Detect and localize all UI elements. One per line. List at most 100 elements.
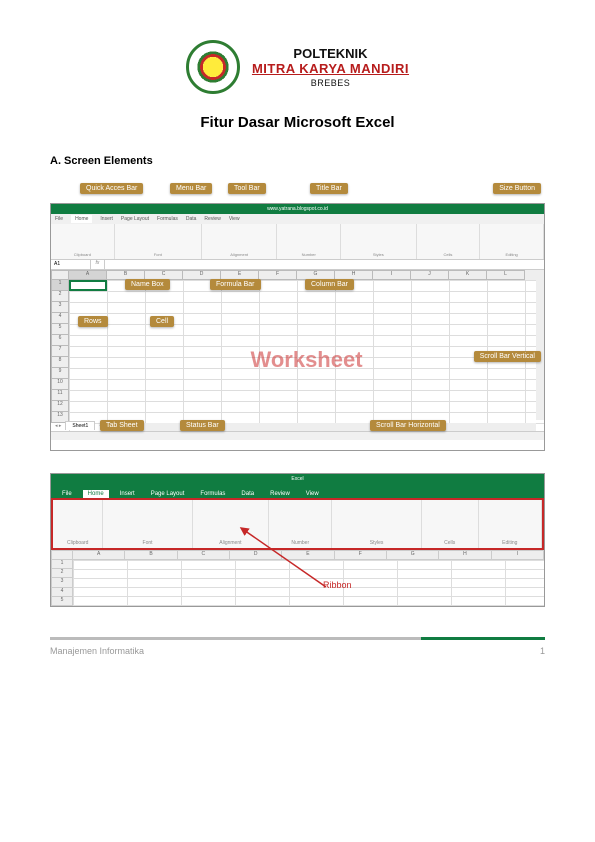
tab-insert[interactable]: Insert — [100, 216, 113, 222]
name-box[interactable]: A1 — [51, 260, 91, 269]
header-line2: MITRA KARYA MANDIRI — [252, 61, 409, 76]
footer-divider — [50, 637, 545, 640]
header-line3: BREBES — [252, 78, 409, 88]
tab2-review[interactable]: Review — [265, 490, 295, 498]
fx-icon[interactable]: fx — [91, 260, 105, 269]
callout-scroll-vertical: Scroll Bar Vertical — [474, 351, 541, 362]
institution-logo — [186, 40, 240, 94]
excel-screenshot-ribbon: Excel File Home Insert Page Layout Formu… — [50, 473, 545, 607]
col-k[interactable]: K — [449, 270, 487, 280]
excel-menu-tabs: File Home Insert Page Layout Formulas Da… — [51, 214, 544, 224]
ribbon-styles: Styles — [343, 252, 413, 257]
row-11[interactable]: 11 — [51, 390, 69, 401]
callout-column-bar: Column Bar — [305, 279, 354, 290]
excel2-title-bar: Excel — [51, 474, 544, 486]
rg2-cells: Cells — [424, 540, 476, 546]
excel-grid: A B C D E F G H I J K L 1 2 — [51, 270, 544, 440]
footer: Manajemen Informatika 1 — [50, 646, 545, 656]
col2-c[interactable]: C — [178, 550, 230, 560]
tab-data[interactable]: Data — [186, 216, 197, 222]
ribbon-clipboard: Clipboard — [53, 252, 112, 257]
row-10[interactable]: 10 — [51, 379, 69, 390]
row-5[interactable]: 5 — [51, 324, 69, 335]
document-title: Fitur Dasar Microsoft Excel — [50, 114, 545, 131]
sheet-tab-1[interactable]: Sheet1 — [65, 421, 95, 430]
excel-window: www.yatrana.blogspot.co.id File Home Ins… — [50, 203, 545, 451]
callout-tool-bar: Tool Bar — [228, 183, 266, 194]
row-9[interactable]: 9 — [51, 368, 69, 379]
callout-tab-sheet: Tab Sheet — [100, 420, 144, 431]
col2-i[interactable]: I — [492, 550, 544, 560]
selected-cell[interactable] — [69, 280, 107, 291]
callout-status-bar: Status Bar — [180, 420, 225, 431]
col2-g[interactable]: G — [387, 550, 439, 560]
row-4[interactable]: 4 — [51, 313, 69, 324]
excel2-app-name: Excel — [291, 476, 303, 482]
excel-formula-row: A1 fx — [51, 260, 544, 270]
col-l[interactable]: L — [487, 270, 525, 280]
rg2-clipboard: Clipboard — [55, 540, 100, 546]
callout-rows: Rows — [78, 316, 108, 327]
ribbon-editing: Editing — [482, 252, 541, 257]
tab2-home[interactable]: Home — [83, 490, 109, 498]
col2-b[interactable]: B — [125, 550, 177, 560]
tab-review[interactable]: Review — [204, 216, 220, 222]
col2-a[interactable]: A — [73, 550, 125, 560]
tab-view[interactable]: View — [229, 216, 240, 222]
callout-cell: Cell — [150, 316, 174, 327]
col-a[interactable]: A — [69, 270, 107, 280]
tab2-view[interactable]: View — [301, 490, 324, 498]
ribbon-alignment: Alignment — [204, 252, 274, 257]
col-f[interactable]: F — [259, 270, 297, 280]
rg2-editing: Editing — [481, 540, 539, 546]
cells-area[interactable]: Worksheet — [69, 280, 544, 440]
document-header: POLTEKNIK MITRA KARYA MANDIRI BREBES — [50, 40, 545, 94]
footer-page-number: 1 — [540, 646, 545, 656]
tab-file[interactable]: File — [55, 216, 63, 222]
tab2-data[interactable]: Data — [236, 490, 259, 498]
status-bar — [51, 431, 544, 440]
excel-ribbon: Clipboard Font Alignment Number Styles C… — [51, 224, 544, 260]
formula-bar-input[interactable] — [105, 260, 544, 269]
row-8[interactable]: 8 — [51, 357, 69, 368]
callout-size-button: Size Button — [493, 183, 541, 194]
row-1[interactable]: 1 — [51, 280, 69, 291]
excel-title-bar: www.yatrana.blogspot.co.id — [51, 204, 544, 214]
callout-scroll-horizontal: Scroll Bar Horizontal — [370, 420, 446, 431]
footer-left: Manajemen Informatika — [50, 646, 144, 656]
horizontal-scrollbar[interactable] — [111, 423, 536, 431]
row-6[interactable]: 6 — [51, 335, 69, 346]
row-12[interactable]: 12 — [51, 401, 69, 412]
vertical-scrollbar[interactable] — [536, 270, 544, 420]
row-headers: 1 2 3 4 5 6 7 8 9 10 11 12 13 — [51, 280, 69, 440]
header-line1: POLTEKNIK — [252, 46, 409, 61]
row-headers-2: 12345 — [51, 560, 73, 606]
tab2-insert[interactable]: Insert — [115, 490, 140, 498]
col-i[interactable]: I — [373, 270, 411, 280]
section-a-heading: A. Screen Elements — [50, 155, 545, 167]
row-7[interactable]: 7 — [51, 346, 69, 357]
tab-formulas[interactable]: Formulas — [157, 216, 178, 222]
callout-formula-bar: Formula Bar — [210, 279, 261, 290]
tab-home[interactable]: Home — [71, 215, 92, 223]
excel-screenshot-annotated: Quick Acces Bar Menu Bar Tool Bar Title … — [50, 181, 545, 451]
col-j[interactable]: J — [411, 270, 449, 280]
callout-quick-access: Quick Acces Bar — [80, 183, 143, 194]
col2-h[interactable]: H — [439, 550, 491, 560]
callout-name-box: Name Box — [125, 279, 170, 290]
rg2-font: Font — [105, 540, 189, 546]
callout-menu-bar: Menu Bar — [170, 183, 212, 194]
sheet-tabs: ◂ ▸ Sheet1 ⊕ — [51, 420, 107, 431]
row-2[interactable]: 2 — [51, 291, 69, 302]
ribbon-cells: Cells — [419, 252, 478, 257]
tab2-file[interactable]: File — [57, 490, 77, 498]
tab2-page-layout[interactable]: Page Layout — [146, 490, 190, 498]
select-all-corner[interactable] — [51, 270, 69, 280]
ribbon-number: Number — [279, 252, 338, 257]
tab2-formulas[interactable]: Formulas — [195, 490, 230, 498]
excel-title-text: www.yatrana.blogspot.co.id — [267, 206, 328, 212]
ribbon-font: Font — [117, 252, 199, 257]
tab-page-layout[interactable]: Page Layout — [121, 216, 149, 222]
callout-ribbon: Ribbon — [323, 580, 352, 590]
row-3[interactable]: 3 — [51, 302, 69, 313]
